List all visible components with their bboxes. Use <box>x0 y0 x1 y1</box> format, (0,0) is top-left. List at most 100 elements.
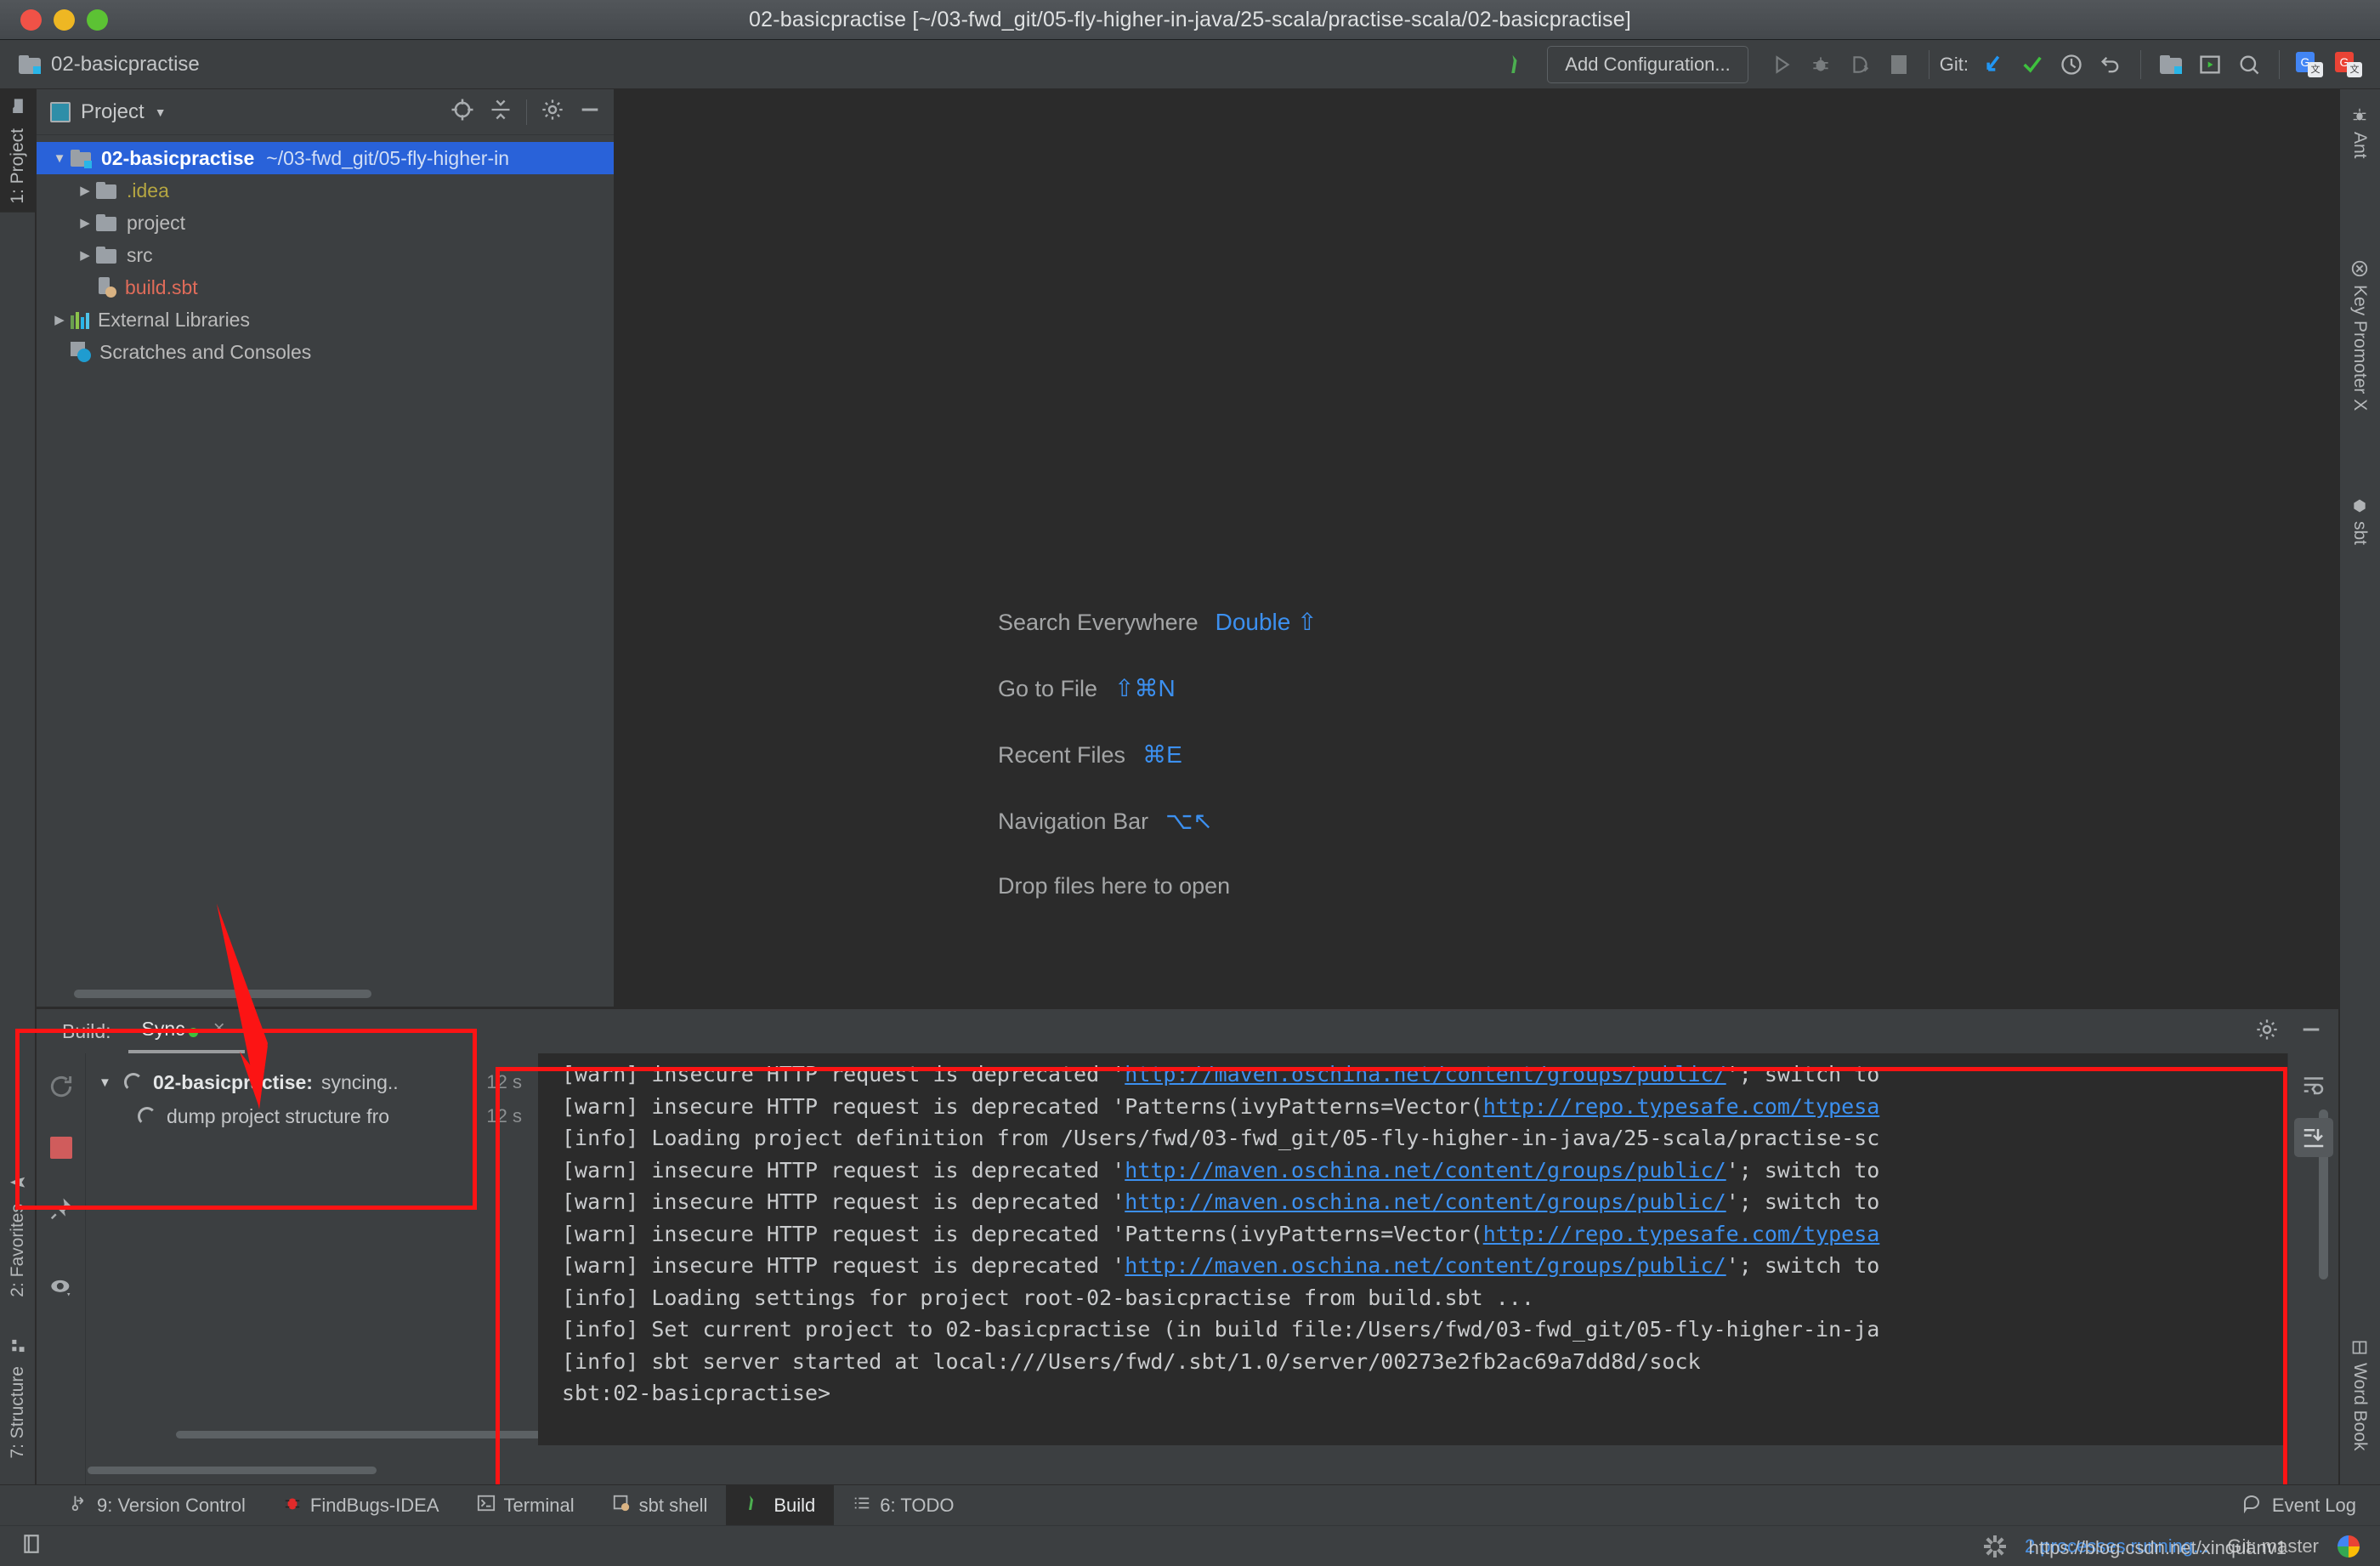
console-link[interactable]: http://repo.typesafe.com/typesa <box>1483 1094 1880 1119</box>
translate-icon[interactable]: G 文 <box>2329 45 2368 84</box>
bottom-tab-version-control[interactable]: 9: Version Control <box>51 1485 264 1526</box>
tree-node-label: project <box>127 211 186 234</box>
project-tree-horizontal-scrollbar[interactable] <box>74 990 371 998</box>
build-node-time: 12 s <box>486 1071 522 1092</box>
sidebar-item-project[interactable]: 1: Project <box>0 89 36 213</box>
coverage-icon[interactable] <box>1840 45 1879 84</box>
tree-node-build-sbt[interactable]: build.sbt <box>37 271 614 304</box>
console-link[interactable]: http://maven.oschina.net/content/groups/… <box>1125 1189 1726 1214</box>
bottom-tab-findbugs[interactable]: FindBugs-IDEA <box>264 1485 458 1526</box>
chevron-right-icon[interactable]: ▶ <box>74 183 96 198</box>
build-tree-row[interactable]: dump project structure fro 12 s <box>87 1099 537 1133</box>
tree-node-scratches[interactable]: Scratches and Consoles <box>37 336 614 368</box>
pin-icon[interactable] <box>42 1189 81 1228</box>
scroll-to-end-icon[interactable] <box>2293 1118 2333 1157</box>
chevron-down-icon[interactable]: ▼ <box>48 151 71 166</box>
gear-icon[interactable] <box>2255 1018 2279 1046</box>
tree-node-idea[interactable]: ▶ .idea <box>37 174 614 207</box>
tree-node-src[interactable]: ▶ src <box>37 239 614 271</box>
chevron-down-icon[interactable]: ▼ <box>155 105 167 119</box>
build-console-output[interactable]: [warn] insecure HTTP request is deprecat… <box>538 1053 2287 1445</box>
sidebar-item-key-promoter[interactable]: Key Promoter X <box>2339 251 2380 419</box>
libraries-icon <box>71 310 89 329</box>
tree-node-label: Scratches and Consoles <box>99 340 312 363</box>
window-titlebar: 02-basicpractise [~/03-fwd_git/05-fly-hi… <box>0 0 2380 40</box>
hide-icon[interactable] <box>2299 1018 2323 1046</box>
tree-node-external-libraries[interactable]: ▶ External Libraries <box>37 304 614 336</box>
console-link[interactable]: http://maven.oschina.net/content/groups/… <box>1125 1062 1726 1087</box>
run-icon[interactable] <box>1762 45 1801 84</box>
build-tab-sync-label: Sync <box>141 1017 185 1040</box>
sidebar-item-word-book-label: Word Book <box>2350 1362 2370 1451</box>
console-text: '; switch to <box>1726 1062 1880 1087</box>
rollback-icon[interactable] <box>2091 45 2130 84</box>
build-hammer-icon[interactable] <box>1499 45 1538 84</box>
build-hammer-icon <box>745 1493 765 1518</box>
project-tool-window: Project ▼ ▼ 02-basicpractise ~/03-fwd_gi… <box>37 89 615 1007</box>
console-link[interactable]: http://repo.typesafe.com/typesa <box>1483 1222 1880 1246</box>
locate-target-icon[interactable] <box>450 97 475 127</box>
sidebar-item-sbt[interactable]: sbt <box>2339 489 2380 553</box>
hide-icon[interactable] <box>578 98 602 126</box>
tree-node-project[interactable]: ▶ project <box>37 207 614 239</box>
console-horizontal-scrollbar[interactable] <box>88 1467 377 1474</box>
bottom-tab-todo[interactable]: 6: TODO <box>834 1485 972 1526</box>
stop-icon[interactable] <box>1879 45 1918 84</box>
build-tool-window-header: Build: Sync × <box>37 1009 2338 1053</box>
select-target-icon[interactable] <box>2190 45 2230 84</box>
sidebar-item-structure[interactable]: 7: Structure <box>0 1329 36 1467</box>
collapse-all-icon[interactable] <box>489 98 513 126</box>
star-icon <box>8 1173 28 1192</box>
update-project-icon[interactable] <box>1974 45 2013 84</box>
toolbar-divider-3 <box>2279 50 2280 79</box>
sbt-file-icon <box>96 277 116 298</box>
console-link[interactable]: http://maven.oschina.net/content/groups/… <box>1125 1158 1726 1183</box>
toggle-tool-windows-icon[interactable] <box>20 1533 42 1560</box>
bottom-tab-terminal[interactable]: Terminal <box>458 1485 593 1526</box>
bottom-tab-label: Build <box>774 1494 816 1516</box>
commit-icon[interactable] <box>2013 45 2052 84</box>
project-structure-icon[interactable] <box>2151 45 2190 84</box>
console-line: sbt:02-basicpractise> <box>562 1377 2287 1410</box>
google-icon <box>2338 1535 2360 1557</box>
tree-node-label: External Libraries <box>98 308 250 331</box>
build-tree-horizontal-scrollbar[interactable] <box>176 1431 550 1438</box>
tip-recent-files: Recent Files ⌘E <box>998 740 1318 769</box>
add-configuration-button[interactable]: Add Configuration... <box>1547 46 1748 83</box>
history-icon[interactable] <box>2052 45 2091 84</box>
stop-icon[interactable] <box>42 1128 81 1167</box>
tip-label: Recent Files <box>998 742 1126 768</box>
rerun-icon[interactable] <box>42 1067 81 1106</box>
debug-icon[interactable] <box>1801 45 1840 84</box>
chevron-down-icon[interactable]: ▼ <box>99 1075 124 1090</box>
chevron-right-icon[interactable]: ▶ <box>74 215 96 230</box>
search-icon[interactable] <box>2230 45 2269 84</box>
bottom-tab-sbt-shell[interactable]: sbt shell <box>593 1485 727 1526</box>
build-tab-sync[interactable]: Sync × <box>142 1017 225 1046</box>
toolbar-project-chip[interactable]: 02-basicpractise <box>0 53 200 77</box>
sidebar-item-sbt-label: sbt <box>2350 521 2370 546</box>
gear-icon[interactable] <box>541 98 564 126</box>
event-log-button[interactable]: Event Log <box>2241 1493 2380 1518</box>
build-tree-row[interactable]: ▼ 02-basicpractise: syncing.. 12 s <box>87 1065 537 1099</box>
bottom-tab-build[interactable]: Build <box>726 1484 835 1526</box>
soft-wrap-icon[interactable] <box>2294 1065 2333 1104</box>
console-line: [info] Set current project to 02-basicpr… <box>562 1314 2287 1346</box>
sidebar-item-favorites-label: 2: Favorites <box>8 1204 27 1297</box>
console-line: [info] sbt server started at local:///Us… <box>562 1346 2287 1378</box>
close-icon[interactable]: × <box>213 1017 225 1041</box>
console-text: [info] Loading project definition from /… <box>562 1126 1880 1150</box>
chevron-right-icon[interactable]: ▶ <box>48 312 71 327</box>
folder-icon <box>96 182 116 199</box>
bottom-tool-window-bar: 9: Version Control FindBugs-IDEA Termina… <box>0 1484 2380 1526</box>
window-title: 02-basicpractise [~/03-fwd_git/05-fly-hi… <box>748 7 1631 31</box>
chevron-right-icon[interactable]: ▶ <box>74 247 96 263</box>
sidebar-item-word-book[interactable]: Word Book <box>2339 1331 2380 1460</box>
sidebar-item-ant[interactable]: Ant <box>2339 98 2380 167</box>
console-link[interactable]: http://maven.oschina.net/content/groups/… <box>1125 1253 1726 1278</box>
sidebar-item-project-label: 1: Project <box>8 128 27 204</box>
toggle-view-icon[interactable] <box>42 1268 81 1307</box>
google-translate-icon[interactable]: G 文 <box>2290 45 2329 84</box>
sidebar-item-favorites[interactable]: 2: Favorites <box>0 1165 36 1306</box>
tree-node-root[interactable]: ▼ 02-basicpractise ~/03-fwd_git/05-fly-h… <box>37 142 614 174</box>
